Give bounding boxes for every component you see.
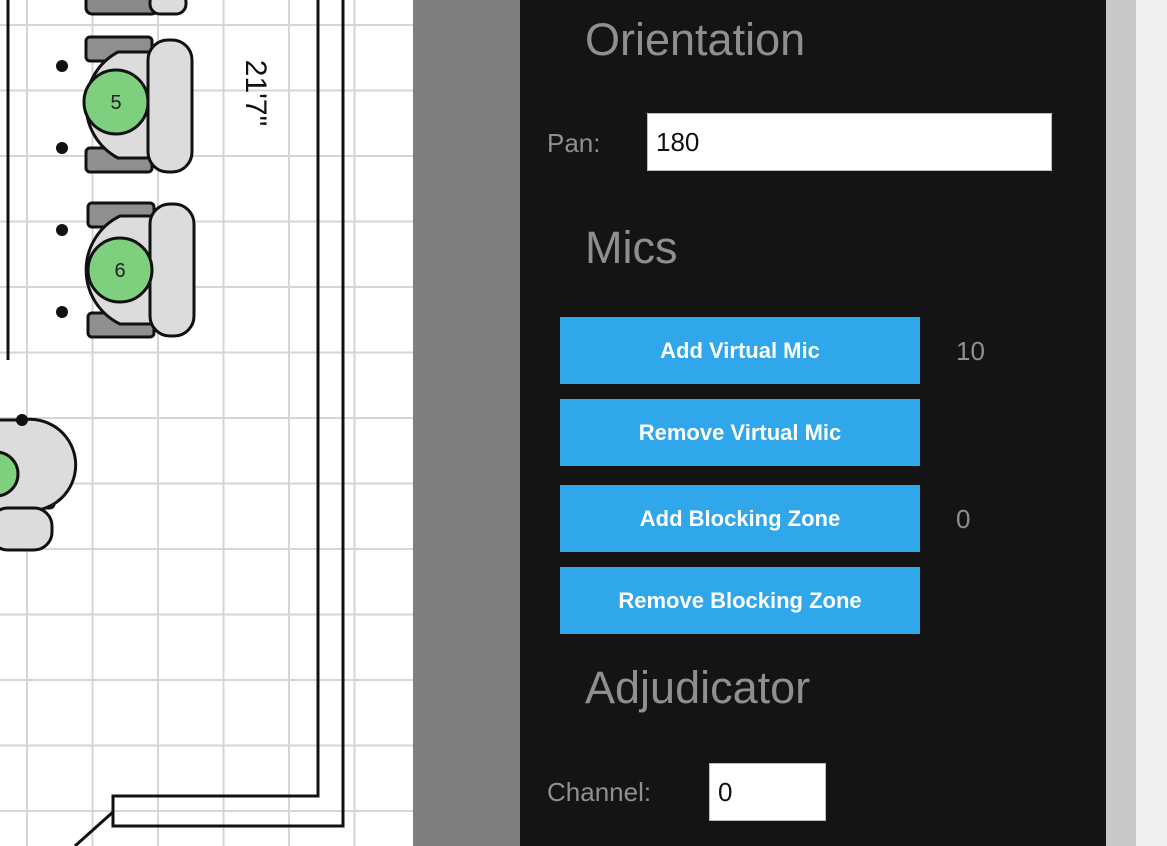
dimension-label: 21'7" <box>239 59 273 127</box>
add-virtual-mic-button[interactable]: Add Virtual Mic <box>560 317 920 384</box>
chair-icon[interactable] <box>84 0 188 16</box>
seat-marker-icon[interactable]: 5 <box>82 68 150 136</box>
add-blocking-zone-button[interactable]: Add Blocking Zone <box>560 485 920 552</box>
seat-marker-icon[interactable]: 6 <box>86 236 154 304</box>
virtual-mic-count: 10 <box>956 336 985 366</box>
panel-gutter <box>413 0 520 846</box>
chair-icon[interactable] <box>0 414 78 552</box>
pan-label: Pan: <box>547 128 601 158</box>
remove-blocking-zone-button[interactable]: Remove Blocking Zone <box>560 567 920 634</box>
properties-panel: Orientation Pan: Mics Add Virtual Mic 10… <box>520 0 1106 846</box>
blocking-zone-count: 0 <box>956 504 971 534</box>
pan-input[interactable] <box>647 113 1052 171</box>
mics-heading: Mics <box>585 222 678 273</box>
seat-number-label: 5 <box>110 92 121 114</box>
adjudicator-heading: Adjudicator <box>585 662 811 713</box>
orientation-heading: Orientation <box>585 14 806 65</box>
scroll-track <box>1136 0 1167 846</box>
room-wall <box>73 810 115 846</box>
channel-label: Channel: <box>547 777 652 807</box>
floorplan-canvas[interactable]: 5 6 21'7" <box>0 0 413 846</box>
remove-virtual-mic-button[interactable]: Remove Virtual Mic <box>560 399 920 466</box>
channel-input[interactable] <box>709 763 826 821</box>
seat-number-label: 6 <box>114 260 125 282</box>
room-layout: 5 6 <box>0 0 345 846</box>
scrollbar[interactable] <box>1106 0 1136 846</box>
